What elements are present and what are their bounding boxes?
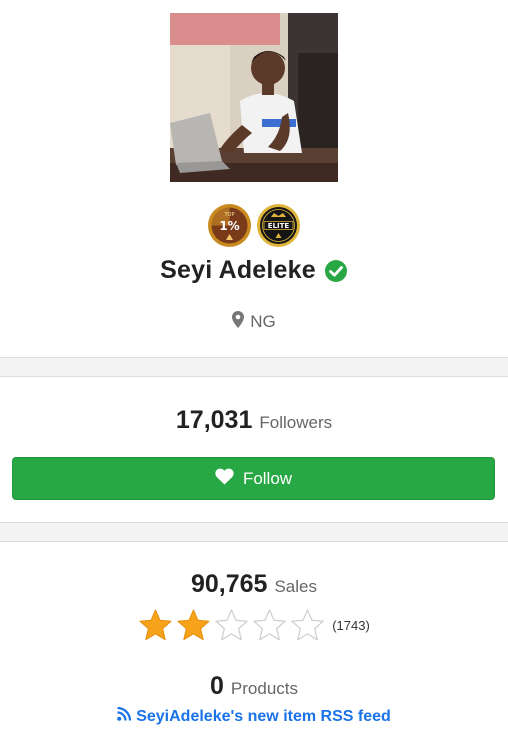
rating-count: (1743) — [332, 618, 370, 633]
followers-stat: 17,031 Followers — [0, 406, 508, 435]
follow-button-label: Follow — [242, 468, 293, 488]
location-text: NG — [250, 312, 276, 331]
verified-check-icon — [324, 259, 348, 283]
section-divider — [0, 522, 508, 542]
star-empty-icon — [253, 609, 286, 641]
star-empty-icon — [215, 609, 248, 641]
elite-badge-icon: ELITE — [256, 203, 301, 248]
heart-icon — [215, 468, 234, 490]
badge-list: TOP 1% ELITE — [0, 203, 508, 248]
location: NG — [0, 311, 508, 333]
rating-stars: (1743) — [0, 608, 508, 643]
products-stat: 0 Products — [0, 672, 508, 701]
follow-button[interactable]: Follow — [12, 457, 495, 500]
top-1-percent-badge-icon: TOP 1% — [207, 203, 252, 248]
followers-label: Followers — [259, 413, 333, 432]
products-label: Products — [230, 679, 298, 698]
star-empty-icon — [291, 609, 324, 641]
svg-text:TOP: TOP — [223, 212, 234, 218]
profile-photo[interactable] — [170, 13, 338, 182]
rss-link-label: SeyiAdeleke's new item RSS feed — [136, 707, 391, 725]
star-filled-icon — [139, 609, 172, 641]
rss-icon — [117, 706, 132, 726]
sales-count: 90,765 — [191, 570, 268, 598]
sales-label: Sales — [274, 577, 317, 596]
profile-header: TOP 1% ELITE Seyi Adeleke NG — [0, 0, 508, 358]
map-marker-icon — [232, 311, 245, 333]
profile-name[interactable]: Seyi Adeleke — [160, 256, 316, 285]
section-divider — [0, 357, 508, 377]
name-row: Seyi Adeleke — [0, 256, 508, 285]
sales-stat: 90,765 Sales — [0, 570, 508, 599]
profile-photo-image — [170, 13, 338, 182]
rss-feed-link[interactable]: SeyiAdeleke's new item RSS feed — [0, 706, 508, 726]
svg-text:ELITE: ELITE — [268, 222, 290, 230]
followers-count: 17,031 — [175, 406, 253, 434]
products-count: 0 — [210, 672, 224, 700]
star-filled-icon — [177, 609, 210, 641]
svg-text:1%: 1% — [219, 219, 239, 233]
